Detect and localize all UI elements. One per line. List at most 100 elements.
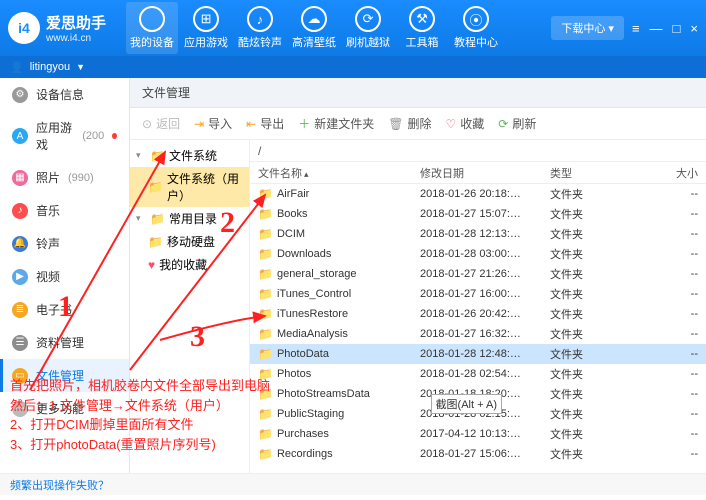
sidebar-icon: ▶ bbox=[12, 269, 28, 285]
settings-icon[interactable]: ≡ bbox=[632, 21, 640, 36]
folder-icon: 📁 bbox=[258, 387, 273, 401]
folder-icon: 📁 bbox=[258, 367, 273, 381]
folder-icon: 📁 bbox=[148, 180, 163, 194]
folder-icon: 📁 bbox=[258, 267, 273, 281]
back-button[interactable]: ⊙返回 bbox=[142, 115, 180, 132]
export-icon: ⇤ bbox=[246, 117, 256, 131]
col-type[interactable]: 类型 bbox=[550, 165, 620, 181]
col-name[interactable]: 文件名称▴ bbox=[250, 165, 420, 181]
maximize-icon[interactable]: □ bbox=[673, 21, 681, 36]
file-row[interactable]: 📁PhotoData2018-01-28 12:48:…文件夹-- bbox=[250, 344, 706, 364]
sidebar: ⚙设备信息A应用游戏(200▦照片(990)♪音乐🔔铃声▶视频≣电子书☰资料管理… bbox=[0, 78, 130, 473]
file-row[interactable]: 📁Downloads2018-01-28 03:00:…文件夹-- bbox=[250, 244, 706, 264]
sidebar-icon: ⚙ bbox=[12, 87, 28, 103]
nav-icon: ♪ bbox=[247, 6, 273, 32]
top-nav: 我的设备⊞应用游戏♪酷炫铃声☁高清壁纸⟳刷机越狱⚒工具箱⦿教程中心 bbox=[126, 2, 502, 54]
folder-icon: 📁 bbox=[258, 307, 273, 321]
collapse-icon[interactable]: ▾ bbox=[136, 150, 146, 161]
nav-5[interactable]: ⚒工具箱 bbox=[396, 2, 448, 54]
app-name: 爱思助手 bbox=[46, 12, 106, 33]
file-row[interactable]: 📁iTunesRestore2018-01-26 20:42:…文件夹-- bbox=[250, 304, 706, 324]
file-row[interactable]: 📁DCIM2018-01-28 12:13:…文件夹-- bbox=[250, 224, 706, 244]
file-row[interactable]: 📁Recordings2018-01-27 15:06:…文件夹-- bbox=[250, 444, 706, 464]
folder-icon: 📁 bbox=[148, 235, 163, 249]
tree-mobile-disk[interactable]: 📁移动硬盘 bbox=[130, 230, 249, 253]
sidebar-icon: 🔔 bbox=[12, 236, 28, 252]
plus-icon: ＋ bbox=[298, 115, 310, 132]
toolbar: ⊙返回 ⇥导入 ⇤导出 ＋新建文件夹 🗑删除 ♡收藏 ⟳刷新 bbox=[130, 108, 706, 140]
folder-icon: 📁 bbox=[258, 407, 273, 421]
sidebar-item-4[interactable]: 🔔铃声 bbox=[0, 227, 129, 260]
sidebar-icon: ♪ bbox=[12, 203, 28, 219]
sidebar-icon: ≣ bbox=[12, 302, 28, 318]
nav-3[interactable]: ☁高清壁纸 bbox=[288, 2, 340, 54]
tree-user-fs[interactable]: 📁文件系统（用户） bbox=[130, 167, 249, 207]
sidebar-item-2[interactable]: ▦照片(990) bbox=[0, 161, 129, 194]
nav-4[interactable]: ⟳刷机越狱 bbox=[342, 2, 394, 54]
newfolder-button[interactable]: ＋新建文件夹 bbox=[298, 115, 374, 132]
back-icon: ⊙ bbox=[142, 117, 152, 131]
folder-icon: 📁 bbox=[150, 149, 165, 163]
col-size[interactable]: 大小 bbox=[620, 165, 706, 181]
col-modified[interactable]: 修改日期 bbox=[420, 165, 550, 181]
folder-tree: ▾📁文件系统 📁文件系统（用户） ▾📁常用目录 📁移动硬盘 ♥我的收藏 bbox=[130, 140, 250, 473]
nav-icon bbox=[139, 6, 165, 32]
sidebar-icon: A bbox=[12, 128, 28, 144]
window-controls: ≡ — □ × bbox=[632, 21, 698, 36]
sidebar-item-0[interactable]: ⚙设备信息 bbox=[0, 78, 129, 111]
file-row[interactable]: 📁iTunes_Control2018-01-27 16:00:…文件夹-- bbox=[250, 284, 706, 304]
import-button[interactable]: ⇥导入 bbox=[194, 115, 232, 132]
sort-asc-icon: ▴ bbox=[304, 169, 309, 179]
sidebar-item-1[interactable]: A应用游戏(200 bbox=[0, 111, 129, 161]
close-icon[interactable]: × bbox=[690, 21, 698, 36]
minimize-icon[interactable]: — bbox=[650, 21, 663, 36]
file-row[interactable]: 📁Purchases2017-04-12 10:13:…文件夹-- bbox=[250, 424, 706, 444]
username: litingyou bbox=[30, 61, 70, 73]
sidebar-item-8[interactable]: ▭文件管理 bbox=[0, 359, 129, 392]
folder-icon: 📁 bbox=[258, 347, 273, 361]
folder-icon: 📁 bbox=[258, 247, 273, 261]
nav-icon: ⊞ bbox=[193, 6, 219, 32]
sidebar-item-9[interactable]: ⋯更多功能 bbox=[0, 392, 129, 425]
nav-1[interactable]: ⊞应用游戏 bbox=[180, 2, 232, 54]
nav-6[interactable]: ⦿教程中心 bbox=[450, 2, 502, 54]
favorite-button[interactable]: ♡收藏 bbox=[446, 115, 485, 132]
file-row[interactable]: 📁general_storage2018-01-27 21:26:…文件夹-- bbox=[250, 264, 706, 284]
refresh-button[interactable]: ⟳刷新 bbox=[498, 115, 536, 132]
nav-icon: ⚒ bbox=[409, 6, 435, 32]
user-icon: 👤 bbox=[10, 61, 24, 74]
nav-0[interactable]: 我的设备 bbox=[126, 2, 178, 54]
breadcrumb: 文件管理 bbox=[130, 78, 706, 108]
tree-common[interactable]: ▾📁常用目录 bbox=[130, 207, 249, 230]
path-display: / bbox=[250, 140, 706, 162]
tree-favorites[interactable]: ♥我的收藏 bbox=[130, 253, 249, 276]
file-row[interactable]: 📁Photos2018-01-28 02:54:…文件夹-- bbox=[250, 364, 706, 384]
sidebar-item-6[interactable]: ≣电子书 bbox=[0, 293, 129, 326]
column-headers: 文件名称▴ 修改日期 类型 大小 bbox=[250, 162, 706, 184]
collapse-icon[interactable]: ▾ bbox=[136, 213, 146, 224]
sidebar-icon: ▭ bbox=[12, 368, 28, 384]
sidebar-icon: ▦ bbox=[12, 170, 28, 186]
heart-icon: ♡ bbox=[446, 117, 457, 131]
tree-root[interactable]: ▾📁文件系统 bbox=[130, 144, 249, 167]
logo-icon: i4 bbox=[8, 12, 40, 44]
nav-2[interactable]: ♪酷炫铃声 bbox=[234, 2, 286, 54]
file-row[interactable]: 📁Books2018-01-27 15:07:…文件夹-- bbox=[250, 204, 706, 224]
help-link[interactable]: 频繁出现操作失败？ bbox=[10, 477, 109, 493]
app-logo: i4 爱思助手 www.i4.cn bbox=[8, 12, 106, 44]
export-button[interactable]: ⇤导出 bbox=[246, 115, 284, 132]
sidebar-item-3[interactable]: ♪音乐 bbox=[0, 194, 129, 227]
sidebar-item-5[interactable]: ▶视频 bbox=[0, 260, 129, 293]
delete-button[interactable]: 🗑删除 bbox=[388, 115, 431, 132]
download-center-button[interactable]: 下载中心 ▾ bbox=[551, 16, 624, 40]
heart-icon: ♥ bbox=[148, 258, 155, 272]
sidebar-item-7[interactable]: ☰资料管理 bbox=[0, 326, 129, 359]
chevron-down-icon[interactable]: ▼ bbox=[76, 62, 85, 72]
file-row[interactable]: 📁AirFair2018-01-26 20:18:…文件夹-- bbox=[250, 184, 706, 204]
user-bar: 👤 litingyou ▼ bbox=[0, 56, 706, 78]
file-row[interactable]: 📁MediaAnalysis2018-01-27 16:32:…文件夹-- bbox=[250, 324, 706, 344]
file-rows: 📁AirFair2018-01-26 20:18:…文件夹--📁Books201… bbox=[250, 184, 706, 473]
folder-icon: 📁 bbox=[258, 427, 273, 441]
import-icon: ⇥ bbox=[194, 117, 204, 131]
folder-icon: 📁 bbox=[258, 287, 273, 301]
